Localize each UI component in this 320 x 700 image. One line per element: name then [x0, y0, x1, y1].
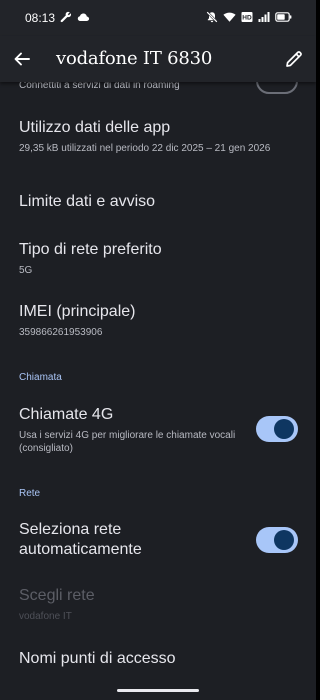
- preferred-network-item[interactable]: Tipo di rete preferito 5G: [19, 240, 299, 277]
- data-limit-item[interactable]: Limite dati e avviso: [19, 192, 299, 212]
- status-bar: 08:13 HD: [0, 0, 316, 36]
- preferred-network-title: Tipo di rete preferito: [19, 241, 162, 258]
- imei-value: 359866261953906: [19, 327, 103, 338]
- page-title: vodafone IT 6830: [56, 48, 213, 69]
- calls-section-header: Chiamata: [19, 372, 62, 383]
- choose-network-value: vodafone IT: [19, 611, 72, 622]
- toggle-knob: [274, 530, 294, 550]
- apn-title: Nomi punti di accesso: [19, 650, 176, 667]
- network-section-header: Rete: [19, 488, 41, 499]
- choose-network-item: Scegli rete vodafone IT: [19, 586, 299, 623]
- settings-screen: 08:13 HD vodafone IT 6830 Connettiti a s…: [0, 0, 316, 700]
- wrench-icon: [60, 11, 72, 23]
- app-bar: vodafone IT 6830: [0, 36, 316, 82]
- gesture-bar[interactable]: [117, 689, 199, 692]
- edit-pencil-icon[interactable]: [282, 47, 306, 71]
- app-data-usage-item[interactable]: Utilizzo dati delle app 29,35 kB utilizz…: [19, 118, 299, 155]
- calls-4g-subtitle: Usa i servizi 4G per migliorare le chiam…: [19, 430, 236, 454]
- calls-4g-title: Chiamate 4G: [19, 406, 114, 423]
- data-limit-title: Limite dati e avviso: [19, 193, 156, 210]
- choose-network-title: Scegli rete: [19, 587, 95, 604]
- status-left-icons: [60, 11, 90, 23]
- signal-icon: [258, 11, 270, 23]
- imei-item[interactable]: IMEI (principale) 359866261953906: [19, 302, 299, 339]
- volte-icon: HD: [241, 11, 253, 23]
- status-right-icons: HD: [206, 11, 292, 23]
- app-data-usage-subtitle: 29,35 kB utilizzati nel periodo 22 dic 2…: [19, 143, 271, 154]
- app-data-usage-title: Utilizzo dati delle app: [19, 119, 171, 136]
- auto-network-toggle[interactable]: [256, 527, 298, 553]
- calls-4g-toggle[interactable]: [256, 416, 298, 442]
- calls-4g-item[interactable]: Chiamate 4G Usa i servizi 4G per miglior…: [19, 405, 241, 455]
- settings-list: Connettiti a servizi di dati in roaming …: [0, 68, 316, 700]
- back-arrow-icon[interactable]: [10, 47, 34, 71]
- toggle-knob: [274, 419, 294, 439]
- auto-network-title: Seleziona rete automaticamente: [19, 521, 142, 558]
- auto-network-item[interactable]: Seleziona rete automaticamente: [19, 520, 189, 560]
- battery-icon: [275, 11, 292, 23]
- imei-title: IMEI (principale): [19, 303, 136, 320]
- svg-text:HD: HD: [242, 15, 252, 22]
- cloud-icon: [77, 11, 90, 23]
- wifi-icon: [223, 11, 236, 23]
- mute-icon: [206, 11, 218, 23]
- apn-item[interactable]: Nomi punti di accesso: [19, 649, 299, 669]
- status-time: 08:13: [25, 11, 56, 25]
- preferred-network-value: 5G: [19, 265, 33, 276]
